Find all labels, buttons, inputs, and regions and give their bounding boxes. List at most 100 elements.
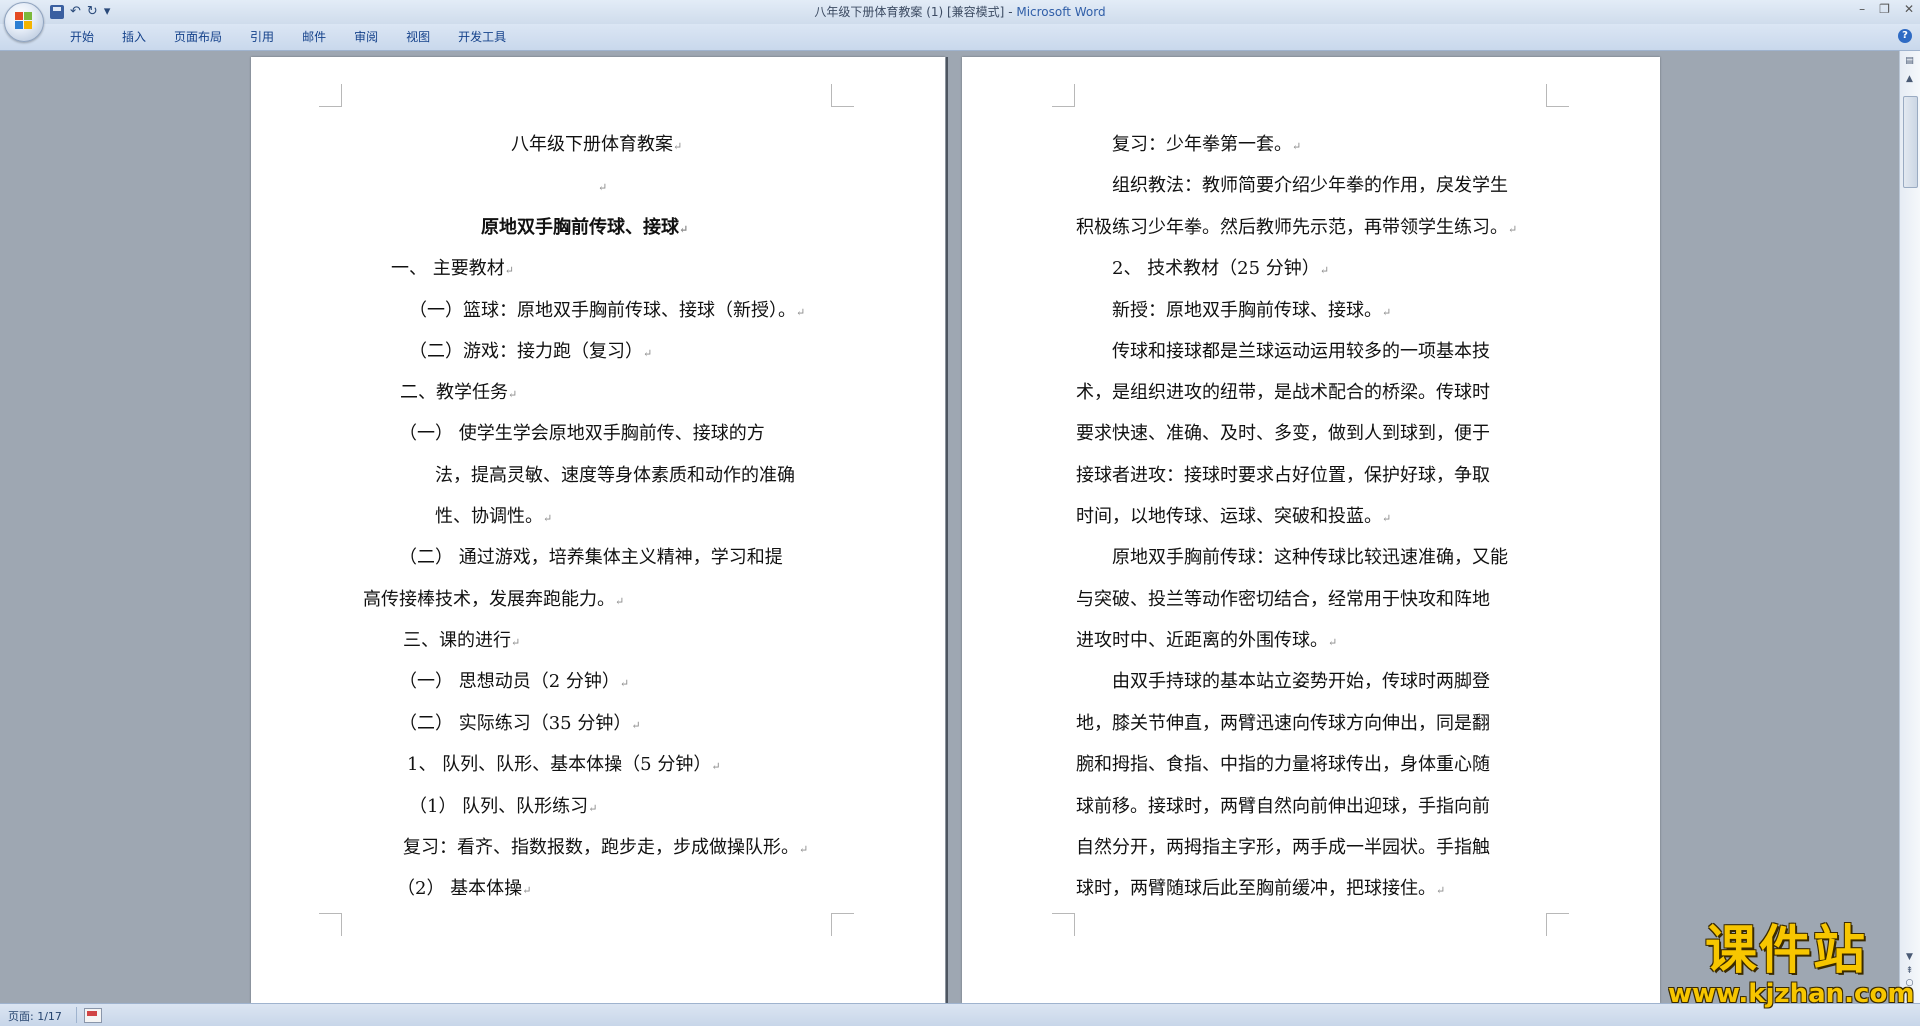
document-paragraph[interactable]: 性、协调性。↵: [435, 506, 552, 530]
document-paragraph[interactable]: （二） 实际练习（35 分钟）↵: [399, 713, 641, 737]
document-paragraph[interactable]: 一、 主要教材↵: [391, 258, 514, 282]
document-paragraph[interactable]: 与突破、投兰等动作密切结合，经常用于快攻和阵地: [1076, 589, 1490, 611]
ribbon-tab[interactable]: 开始: [56, 29, 108, 45]
document-paragraph[interactable]: 传球和接球都是兰球运动运用较多的一项基本技: [1112, 341, 1490, 363]
paragraph-text: 1、 队列、队形、基本体操（5 分钟）: [407, 754, 712, 775]
paragraph-text: （一） 使学生学会原地双手胸前传、接球的方: [399, 423, 765, 444]
minimize-button[interactable]: –: [1859, 2, 1865, 16]
document-paragraph[interactable]: 复习：看齐、指数报数，跑步走，步成做操队形。↵: [403, 837, 808, 861]
paragraph-text: （1） 队列、队形练习: [409, 796, 589, 817]
document-paragraph[interactable]: 时间，以地传球、运球、突破和投蓝。↵: [1076, 506, 1391, 530]
document-paragraph[interactable]: 高传接棒技术，发展奔跑能力。↵: [363, 589, 624, 613]
paragraph-text: 进攻时中、近距离的外围传球。: [1076, 630, 1328, 651]
document-page-1[interactable]: 八年级下册体育教案↵ ↵ 原地双手胸前传球、接球↵ 一、 主要教材↵ （一）篮球：原地双…: [251, 57, 945, 1003]
paragraph-text: 二、教学任务: [400, 382, 508, 403]
document-paragraph[interactable]: 进攻时中、近距离的外围传球。↵: [1076, 630, 1337, 654]
office-button[interactable]: [4, 2, 44, 42]
paragraph-mark-icon: ↵: [511, 636, 521, 649]
ribbon-tab[interactable]: 开发工具: [444, 29, 520, 45]
paragraph-mark-icon: ↵: [1319, 264, 1330, 277]
paragraph-text: （一） 思想动员（2 分钟）: [399, 671, 620, 692]
close-button[interactable]: ✕: [1904, 2, 1914, 16]
page-count-indicator[interactable]: 页面: 1/17: [8, 1008, 62, 1024]
scroll-up-icon[interactable]: ▲: [1903, 73, 1916, 85]
paragraph-text: （一）篮球：原地双手胸前传球、接球（新授）。: [409, 300, 796, 321]
ribbon-tab[interactable]: 页面布局: [160, 29, 236, 45]
document-paragraph[interactable]: 1、 队列、队形、基本体操（5 分钟）↵: [407, 754, 721, 778]
paragraph-mark-icon: ↵: [504, 264, 514, 277]
document-paragraph[interactable]: 接球者进攻：接球时要求占好位置，保护好球，争取: [1076, 465, 1490, 487]
margin-corner-mark: [831, 913, 854, 936]
document-paragraph[interactable]: 八年级下册体育教案↵: [511, 134, 682, 158]
document-paragraph[interactable]: 要求快速、准确、及时、多变，做到人到球到，便于: [1076, 423, 1490, 445]
paragraph-text: （2） 基本体操: [397, 878, 523, 899]
ribbon-tabs: 开始 插入 页面布局 引用 邮件 审阅 视图 开发工具: [56, 29, 520, 45]
document-paragraph[interactable]: （2） 基本体操↵: [397, 878, 531, 902]
document-paragraph[interactable]: 三、课的进行↵: [403, 630, 520, 654]
document-paragraph[interactable]: 复习：少年拳第一套。↵: [1112, 134, 1301, 158]
paragraph-mark-icon: ↵: [673, 140, 683, 153]
document-workspace: 八年级下册体育教案↵ ↵ 原地双手胸前传球、接球↵ 一、 主要教材↵ （一）篮球：原地双…: [0, 51, 1900, 1003]
paragraph-text: （二） 实际练习（35 分钟）: [399, 713, 632, 734]
status-divider: [76, 1007, 77, 1023]
vertical-scrollbar[interactable]: ▤ ▲ ▼ ⇞ ○ ⇟: [1899, 51, 1920, 1003]
margin-corner-mark: [1546, 913, 1569, 936]
ribbon-tab[interactable]: 视图: [392, 29, 444, 45]
ribbon-tab[interactable]: 审阅: [340, 29, 392, 45]
document-paragraph[interactable]: （二） 通过游戏，培养集体主义精神，学习和提: [399, 547, 783, 569]
document-paragraph[interactable]: （一）篮球：原地双手胸前传球、接球（新授）。↵: [409, 300, 805, 324]
paragraph-text: 组织教法：教师简要介绍少年拳的作用，戾发学生: [1112, 175, 1508, 196]
paragraph-mark-icon: ↵: [1328, 636, 1338, 649]
status-bar: 页面: 1/17: [0, 1003, 1920, 1026]
ribbon-tab[interactable]: 引用: [236, 29, 288, 45]
paragraph-text: 接球者进攻：接球时要求占好位置，保护好球，争取: [1076, 465, 1490, 486]
watermark-logo: 课件站 www.kjzhan.com: [1668, 922, 1914, 1008]
ribbon-tab[interactable]: 插入: [108, 29, 160, 45]
document-paragraph[interactable]: 原地双手胸前传球、接球↵: [481, 217, 688, 241]
document-paragraph[interactable]: 法，提高灵敏、速度等身体素质和动作的准确: [435, 465, 795, 487]
margin-corner-mark: [319, 913, 342, 936]
document-paragraph[interactable]: 新授：原地双手胸前传球、接球。↵: [1112, 300, 1391, 324]
window-title: 八年级下册体育教案 (1) [兼容模式] - Microsoft Word: [0, 3, 1920, 20]
document-paragraph[interactable]: 积极练习少年拳。然后教师先示范，再带领学生练习。↵: [1076, 217, 1517, 241]
document-paragraph[interactable]: 2、 技术教材（25 分钟）↵: [1112, 258, 1329, 282]
paragraph-mark-icon: ↵: [1508, 223, 1518, 236]
document-paragraph[interactable]: ↵: [598, 175, 607, 199]
paragraph-text: 地，膝关节伸直，两臂迅速向传球方向伸出，同是翻: [1076, 713, 1490, 734]
ruler-toggle-icon[interactable]: ▤: [1903, 55, 1916, 67]
document-paragraph[interactable]: 术，是组织进攻的纽带，是战术配合的桥梁。传球时: [1076, 382, 1490, 404]
document-paragraph[interactable]: 腕和拇指、食指、中指的力量将球传出，身体重心随: [1076, 754, 1490, 776]
document-paragraph[interactable]: （1） 队列、队形练习↵: [409, 796, 597, 820]
paragraph-mark-icon: ↵: [522, 884, 532, 897]
scroll-down-icon[interactable]: ▼: [1903, 951, 1916, 963]
paragraph-mark-icon: ↵: [543, 512, 553, 525]
document-paragraph[interactable]: 自然分开，两拇指主字形，两手成一半园状。手指触: [1076, 837, 1490, 859]
paragraph-text: 复习：少年拳第一套。: [1112, 134, 1292, 155]
previous-page-icon[interactable]: ⇞: [1903, 965, 1916, 977]
scroll-thumb[interactable]: [1903, 96, 1918, 188]
document-paragraph[interactable]: 组织教法：教师简要介绍少年拳的作用，戾发学生: [1112, 175, 1508, 197]
paragraph-text: 球前移。接球时，两臂自然向前伸出迎球，手指向前: [1076, 796, 1490, 817]
document-paragraph[interactable]: （一） 使学生学会原地双手胸前传、接球的方: [399, 423, 765, 445]
paragraph-text: 自然分开，两拇指主字形，两手成一半园状。手指触: [1076, 837, 1490, 858]
maximize-button[interactable]: ❐: [1879, 2, 1890, 16]
paragraph-mark-icon: ↵: [1382, 306, 1392, 319]
document-paragraph[interactable]: （一） 思想动员（2 分钟）↵: [399, 671, 629, 695]
proofing-status-icon[interactable]: [84, 1008, 102, 1023]
ribbon-tab-bar: 开始 插入 页面布局 引用 邮件 审阅 视图 开发工具 ?: [0, 24, 1920, 51]
document-paragraph[interactable]: 球时，两臂随球后此至胸前缓冲，把球接住。↵: [1076, 878, 1445, 902]
document-paragraph[interactable]: 球前移。接球时，两臂自然向前伸出迎球，手指向前: [1076, 796, 1490, 818]
document-paragraph[interactable]: 原地双手胸前传球：这种传球比较迅速准确，又能: [1112, 547, 1508, 569]
document-page-2[interactable]: 复习：少年拳第一套。↵ 组织教法：教师简要介绍少年拳的作用，戾发学生 积极练习少年拳…: [962, 57, 1660, 1003]
paragraph-text: 由双手持球的基本站立姿势开始，传球时两脚登: [1112, 671, 1490, 692]
paragraph-mark-icon: ↵: [711, 760, 721, 773]
paragraph-text: （二） 通过游戏，培养集体主义精神，学习和提: [399, 547, 783, 568]
document-paragraph[interactable]: 二、教学任务↵: [400, 382, 517, 406]
document-paragraph[interactable]: （二）游戏：接力跑（复习）↵: [409, 341, 652, 365]
ribbon-tab[interactable]: 邮件: [288, 29, 340, 45]
help-icon[interactable]: ?: [1898, 29, 1912, 43]
paragraph-text: 性、协调性。: [435, 506, 543, 527]
paragraph-mark-icon: ↵: [615, 595, 625, 608]
document-paragraph[interactable]: 地，膝关节伸直，两臂迅速向传球方向伸出，同是翻: [1076, 713, 1490, 735]
document-paragraph[interactable]: 由双手持球的基本站立姿势开始，传球时两脚登: [1112, 671, 1490, 693]
